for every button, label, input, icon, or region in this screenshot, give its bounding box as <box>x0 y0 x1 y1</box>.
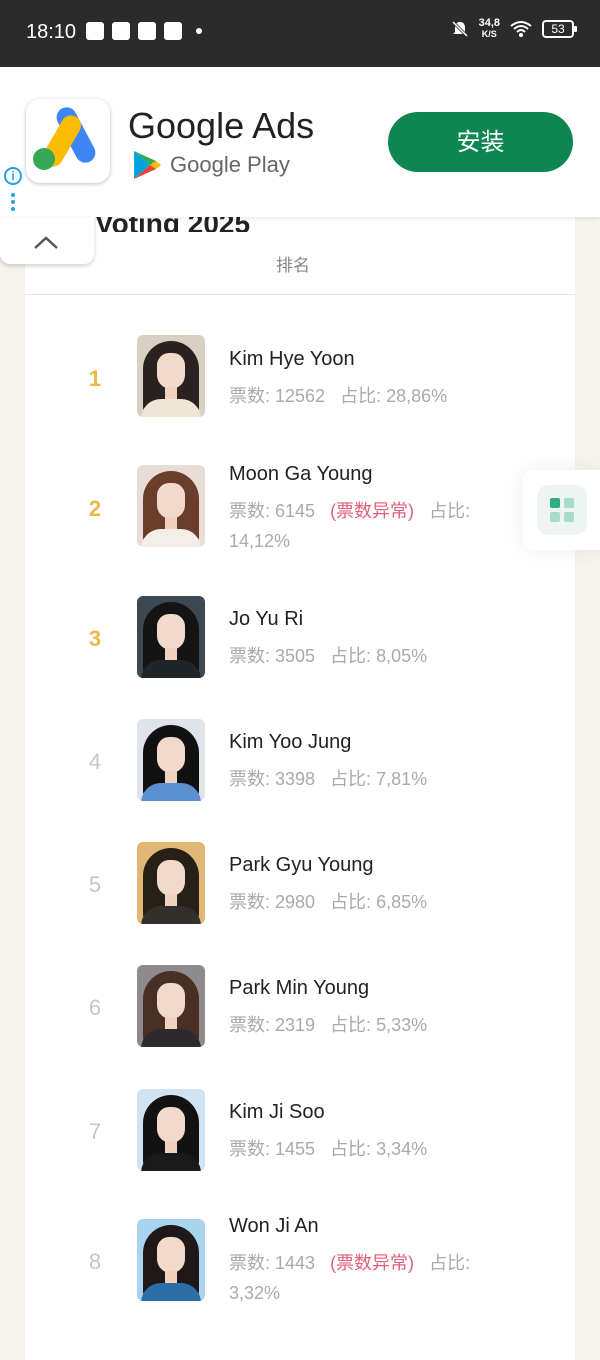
vote-anomaly-badge: (票数异常) <box>330 1253 415 1273</box>
ad-banner[interactable]: Google Ads Google Play 安装 i <box>0 67 600 217</box>
wifi-icon <box>510 21 532 37</box>
ad-store-label: Google Play <box>170 152 290 177</box>
more-notifications-icon <box>196 28 202 34</box>
bell-muted-icon <box>451 20 468 38</box>
avatar <box>137 596 205 678</box>
avatar <box>137 719 205 801</box>
vote-count: 票数: 6145 <box>229 501 316 521</box>
google-ads-logo-icon <box>26 99 110 183</box>
vote-count: 票数: 1443 <box>229 1253 316 1273</box>
contestant-name: Park Min Young <box>229 977 370 999</box>
google-play-icon <box>134 151 161 179</box>
notification-icons <box>86 22 202 40</box>
rank-number: 2 <box>88 496 102 521</box>
status-right: 34,8 K/S 53 <box>451 18 577 40</box>
contestant-name: Jo Yu Ri <box>229 608 304 630</box>
contestant-name: Kim Hye Yoon <box>229 348 355 370</box>
contestant-stats: 票数: 2319 占比: 5,33% <box>229 1010 529 1040</box>
contestant-name: Park Gyu Young <box>229 854 374 876</box>
vote-count: 票数: 3398 <box>229 769 316 789</box>
vote-share-value: 3,32% <box>229 1283 281 1303</box>
vote-share: 占比: 6,85% <box>330 892 428 912</box>
vote-share: 占比: 8,05% <box>330 646 428 666</box>
rank-number: 1 <box>88 366 102 391</box>
vote-share: 占比: <box>429 1253 471 1273</box>
app-notification-icon <box>112 22 130 40</box>
vote-share: 占比: 28,86% <box>340 386 448 406</box>
header-divider <box>25 294 575 295</box>
app-notification-icon <box>138 22 156 40</box>
contestant-stats: 票数: 2980 占比: 6,85% <box>229 887 529 917</box>
vote-share: 占比: <box>429 501 471 521</box>
avatar <box>137 465 205 547</box>
contestant-name: Kim Yoo Jung <box>229 731 352 753</box>
contestant-name: Kim Ji Soo <box>229 1101 325 1123</box>
avatar <box>137 965 205 1047</box>
app-notification-icon <box>164 22 182 40</box>
chevron-up-icon <box>34 236 58 249</box>
vote-share: 占比: 7,81% <box>330 769 428 789</box>
vote-share: 占比: 5,33% <box>330 1015 428 1035</box>
rank-number: 6 <box>88 995 102 1020</box>
vote-count: 票数: 3505 <box>229 646 316 666</box>
contestant-name: Won Ji An <box>229 1215 319 1237</box>
vote-count: 票数: 1455 <box>229 1139 316 1159</box>
floating-menu-button[interactable] <box>523 470 600 550</box>
status-bar: 18:10 34,8 K/S 53 <box>0 0 600 67</box>
network-speed-value: 34,8 <box>478 17 500 29</box>
contestant-stats: 票数: 12562 占比: 28,86% <box>229 381 529 411</box>
rank-number: 5 <box>88 872 102 897</box>
grid-icon <box>537 485 587 535</box>
rank-number: 8 <box>88 1249 102 1274</box>
vote-share: 占比: 3,34% <box>330 1139 428 1159</box>
collapse-ad-button[interactable] <box>0 217 94 264</box>
status-time: 18:10 <box>26 21 77 43</box>
app-notification-icon <box>86 22 104 40</box>
ad-info-icon[interactable]: i <box>4 167 22 185</box>
avatar <box>137 1219 205 1301</box>
install-button[interactable]: 安装 <box>388 112 573 172</box>
contestant-stats: 票数: 6145 (票数异常) 占比: 14,12% <box>229 496 529 556</box>
avatar <box>137 335 205 417</box>
vote-count: 票数: 12562 <box>229 386 326 406</box>
contestant-stats: 票数: 3505 占比: 8,05% <box>229 641 529 671</box>
network-speed: 34,8 K/S <box>479 18 500 40</box>
avatar <box>137 1089 205 1171</box>
rank-number: 4 <box>88 749 102 774</box>
avatar <box>137 842 205 924</box>
battery-indicator: 53 <box>542 20 577 38</box>
contestant-name: Moon Ga Young <box>229 463 373 485</box>
vote-count: 票数: 2319 <box>229 1015 316 1035</box>
network-speed-unit: K/S <box>481 29 497 39</box>
ad-store: Google Play <box>132 149 290 181</box>
contestant-stats: 票数: 1443 (票数异常) 占比: 3,32% <box>229 1248 529 1308</box>
ad-title: Google Ads <box>128 105 315 146</box>
rank-number: 7 <box>88 1119 102 1144</box>
contestant-stats: 票数: 1455 占比: 3,34% <box>229 1134 529 1164</box>
vote-count: 票数: 2980 <box>229 892 316 912</box>
vote-share-value: 14,12% <box>229 531 291 551</box>
ad-more-icon[interactable] <box>11 193 15 214</box>
column-header-rank: 排名 <box>276 256 310 275</box>
vote-anomaly-badge: (票数异常) <box>330 501 415 521</box>
contestant-stats: 票数: 3398 占比: 7,81% <box>229 764 529 794</box>
rank-number: 3 <box>88 626 102 651</box>
